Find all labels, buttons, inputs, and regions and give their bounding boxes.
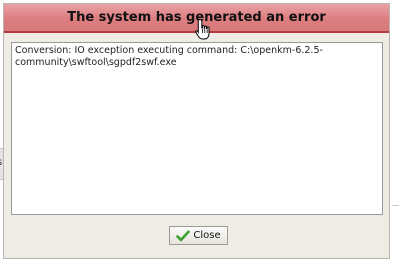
- close-button[interactable]: Close: [169, 226, 228, 245]
- error-message-box[interactable]: Conversion: IO exception executing comma…: [11, 42, 383, 215]
- background-right-edge: [392, 0, 399, 261]
- error-dialog: The system has generated an error Conver…: [3, 3, 390, 259]
- hand-cursor-icon: [195, 18, 210, 40]
- check-icon: [176, 230, 191, 241]
- background-divider: [392, 205, 399, 206]
- background-panel-text: s: [0, 157, 2, 168]
- close-button-label: Close: [193, 230, 221, 241]
